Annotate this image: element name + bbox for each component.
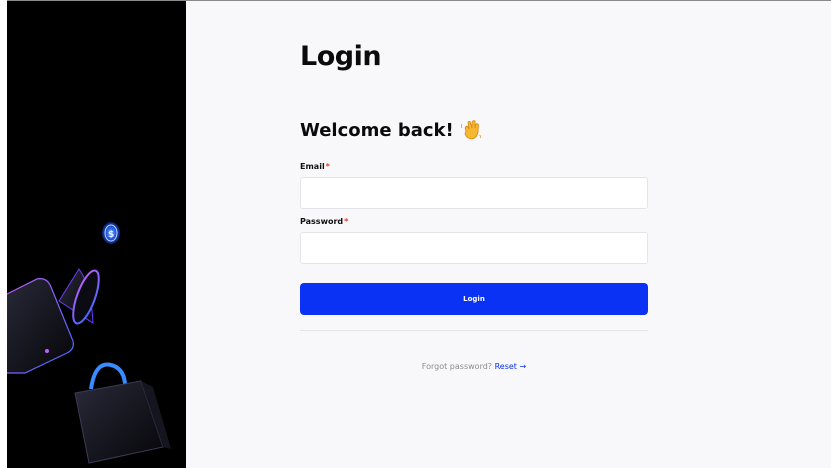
email-field[interactable] [300, 177, 648, 209]
email-required-marker: * [325, 162, 330, 171]
waving-hand-icon [460, 120, 481, 140]
forgot-password-row: Forgot password? Reset → [300, 362, 648, 371]
password-required-marker: * [344, 217, 349, 226]
password-field[interactable] [300, 232, 648, 264]
megaphone-icon [58, 268, 100, 325]
forgot-password-text: Forgot password? [421, 362, 493, 371]
coin-icon: $ [102, 222, 120, 244]
left-margin [0, 0, 7, 468]
decorative-side-panel: $ [7, 1, 186, 468]
password-label-text: Password [300, 217, 344, 226]
reset-password-link[interactable]: Reset → [495, 362, 527, 371]
password-label: Password* [300, 217, 348, 226]
email-label: Email* [300, 162, 330, 171]
shopping-bag-icon [74, 362, 171, 464]
page-title: Login [300, 41, 382, 72]
phone-icon [7, 278, 74, 374]
login-main: Login Welcome back! Email* Password* Log… [186, 1, 831, 468]
side-illustration: $ [7, 222, 171, 464]
welcome-heading: Welcome back! [300, 119, 482, 141]
welcome-text: Welcome back! [300, 119, 454, 141]
email-label-text: Email [300, 162, 325, 171]
svg-text:$: $ [108, 230, 114, 240]
login-button[interactable]: Login [300, 283, 648, 315]
divider [300, 330, 648, 331]
